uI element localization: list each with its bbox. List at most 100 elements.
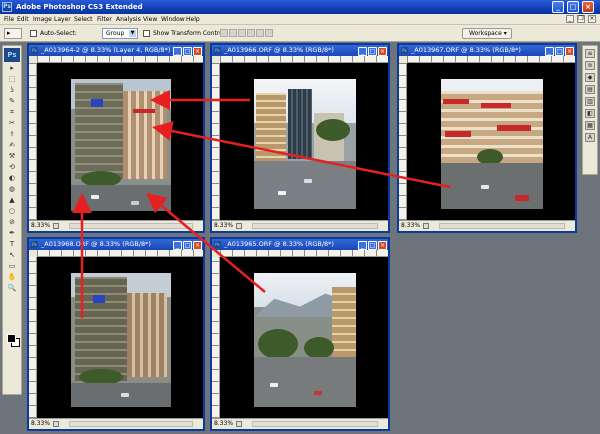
gradient-tool-icon[interactable]: ◍ bbox=[5, 185, 19, 194]
align-bottom-icon[interactable] bbox=[238, 29, 246, 37]
doc-maximize-button[interactable]: □ bbox=[183, 47, 192, 56]
path-selection-tool-icon[interactable]: ↖ bbox=[5, 251, 19, 260]
move-tool-icon[interactable]: ▸ bbox=[4, 28, 22, 39]
document-title-bar[interactable]: Ps _A013966.ORF @ 8.33% (RGB/8*) _ □ × bbox=[212, 45, 388, 56]
align-hcenter-icon[interactable] bbox=[256, 29, 264, 37]
document-window-a013966[interactable]: Ps _A013966.ORF @ 8.33% (RGB/8*) _ □ × 8.3… bbox=[210, 43, 390, 233]
foreground-color-swatch[interactable] bbox=[7, 334, 16, 343]
horizontal-ruler[interactable] bbox=[220, 250, 388, 257]
horizontal-ruler[interactable] bbox=[37, 250, 203, 257]
workspace-button[interactable]: Workspace ▾ bbox=[462, 28, 512, 39]
panel-menu-icon[interactable]: ≡ bbox=[585, 49, 595, 58]
document-window-a013968[interactable]: Ps _A013968.ORF @ 8.33% (RGB/8*) _ □ × 8.3… bbox=[27, 237, 205, 431]
horizontal-scrollbar[interactable] bbox=[439, 223, 565, 229]
vertical-ruler[interactable] bbox=[29, 257, 37, 418]
zoom-level[interactable]: 8.33% bbox=[214, 420, 233, 427]
document-canvas[interactable] bbox=[37, 63, 203, 220]
status-nav-icon[interactable] bbox=[236, 223, 242, 229]
doc-restore-button[interactable]: ❐ bbox=[577, 15, 585, 23]
move-tool-icon[interactable]: ▸ bbox=[5, 64, 19, 73]
align-vcenter-icon[interactable] bbox=[229, 29, 237, 37]
document-title-bar[interactable]: Ps _A013968.ORF @ 8.33% (RGB/8*) _ □ × bbox=[29, 239, 203, 250]
document-canvas[interactable] bbox=[407, 63, 575, 220]
align-left-icon[interactable] bbox=[247, 29, 255, 37]
horizontal-ruler[interactable] bbox=[37, 56, 203, 63]
auto-select-dropdown[interactable]: Group ▼ bbox=[102, 28, 138, 39]
doc-minimize-button[interactable]: _ bbox=[358, 47, 367, 56]
zoom-tool-icon[interactable]: 🔍 bbox=[5, 284, 19, 293]
slice-tool-icon[interactable]: ✂ bbox=[5, 119, 19, 128]
doc-minimize-button[interactable]: _ bbox=[173, 47, 182, 56]
window-close-button[interactable]: × bbox=[582, 1, 594, 13]
window-minimize-button[interactable]: _ bbox=[552, 1, 564, 13]
status-nav-icon[interactable] bbox=[423, 223, 429, 229]
doc-minimize-button[interactable]: _ bbox=[358, 241, 367, 250]
document-canvas[interactable] bbox=[37, 257, 203, 418]
vertical-ruler[interactable] bbox=[212, 257, 220, 418]
menu-edit[interactable]: Edit bbox=[17, 16, 29, 23]
horizontal-scrollbar[interactable] bbox=[69, 223, 193, 229]
horizontal-ruler[interactable] bbox=[407, 56, 575, 63]
auto-select-checkbox[interactable] bbox=[30, 30, 37, 37]
zoom-level[interactable]: 8.33% bbox=[31, 222, 50, 229]
marquee-tool-icon[interactable]: ⬚ bbox=[5, 75, 19, 84]
document-canvas[interactable] bbox=[220, 63, 388, 220]
menu-select[interactable]: Select bbox=[74, 16, 93, 23]
document-title-bar[interactable]: Ps _A013967.ORF @ 8.33% (RGB/8*) _ □ × bbox=[399, 45, 575, 56]
align-right-icon[interactable] bbox=[265, 29, 273, 37]
menu-help[interactable]: Help bbox=[186, 16, 200, 23]
doc-maximize-button[interactable]: □ bbox=[183, 241, 192, 250]
hand-tool-icon[interactable]: ✋ bbox=[5, 273, 19, 282]
clone-stamp-tool-icon[interactable]: ⚒ bbox=[5, 152, 19, 161]
vertical-ruler[interactable] bbox=[29, 63, 37, 220]
channels-panel-icon[interactable]: ▥ bbox=[585, 97, 595, 106]
status-nav-icon[interactable] bbox=[53, 421, 59, 427]
paths-panel-icon[interactable]: ◧ bbox=[585, 109, 595, 118]
history-brush-tool-icon[interactable]: ⟲ bbox=[5, 163, 19, 172]
document-title-bar[interactable]: Ps _A013964-2 @ 8.33% (Layer 4, RGB/8*) … bbox=[29, 45, 203, 56]
doc-close-button[interactable]: × bbox=[193, 47, 202, 56]
crop-tool-icon[interactable]: ⌗ bbox=[5, 108, 19, 117]
doc-maximize-button[interactable]: □ bbox=[555, 47, 564, 56]
doc-close-button[interactable]: × bbox=[193, 241, 202, 250]
document-window-a013965[interactable]: Ps _A013965.ORF @ 8.33% (RGB/8*) _ □ × 8.3… bbox=[210, 237, 390, 431]
menu-view[interactable]: View bbox=[143, 16, 157, 23]
menu-file[interactable]: File bbox=[4, 16, 14, 23]
eraser-tool-icon[interactable]: ◐ bbox=[5, 174, 19, 183]
menu-window[interactable]: Window bbox=[161, 16, 185, 23]
brush-tool-icon[interactable]: ✍ bbox=[5, 141, 19, 150]
layers-panel-icon[interactable]: ▤ bbox=[585, 85, 595, 94]
doc-close-button[interactable]: × bbox=[378, 47, 387, 56]
doc-close-button[interactable]: × bbox=[565, 47, 574, 56]
doc-maximize-button[interactable]: □ bbox=[368, 47, 377, 56]
lasso-tool-icon[interactable]: ʖ bbox=[5, 86, 19, 95]
healing-brush-tool-icon[interactable]: ⚕ bbox=[5, 130, 19, 139]
photoshop-app-icon[interactable]: Ps bbox=[2, 2, 12, 12]
magic-wand-tool-icon[interactable]: ✎ bbox=[5, 97, 19, 106]
zoom-level[interactable]: 8.33% bbox=[31, 420, 50, 427]
burn-tool-icon[interactable]: ⊘ bbox=[5, 218, 19, 227]
doc-minimize-button[interactable]: _ bbox=[566, 15, 574, 23]
menu-analysis[interactable]: Analysis bbox=[116, 16, 141, 23]
zoom-level[interactable]: 8.33% bbox=[214, 222, 233, 229]
swatches-panel-icon[interactable]: ▦ bbox=[585, 121, 595, 130]
doc-maximize-button[interactable]: □ bbox=[368, 241, 377, 250]
document-canvas[interactable] bbox=[220, 257, 388, 418]
menu-filter[interactable]: Filter bbox=[97, 16, 112, 23]
pen-tool-icon[interactable]: ✒ bbox=[5, 229, 19, 238]
doc-minimize-button[interactable]: _ bbox=[545, 47, 554, 56]
horizontal-scrollbar[interactable] bbox=[69, 421, 193, 427]
vertical-ruler[interactable] bbox=[399, 63, 407, 220]
doc-close-button[interactable]: × bbox=[378, 241, 387, 250]
doc-minimize-button[interactable]: _ bbox=[173, 241, 182, 250]
dodge-tool-icon[interactable]: ○ bbox=[5, 207, 19, 216]
shape-tool-icon[interactable]: ▭ bbox=[5, 262, 19, 271]
document-window-a013964[interactable]: Ps _A013964-2 @ 8.33% (Layer 4, RGB/8*) … bbox=[27, 43, 205, 233]
status-nav-icon[interactable] bbox=[236, 421, 242, 427]
blur-tool-icon[interactable]: ▲ bbox=[5, 196, 19, 205]
horizontal-scrollbar[interactable] bbox=[252, 223, 378, 229]
zoom-level[interactable]: 8.33% bbox=[401, 222, 420, 229]
window-maximize-button[interactable]: □ bbox=[567, 1, 579, 13]
menu-layer[interactable]: Layer bbox=[54, 16, 71, 23]
horizontal-scrollbar[interactable] bbox=[252, 421, 378, 427]
